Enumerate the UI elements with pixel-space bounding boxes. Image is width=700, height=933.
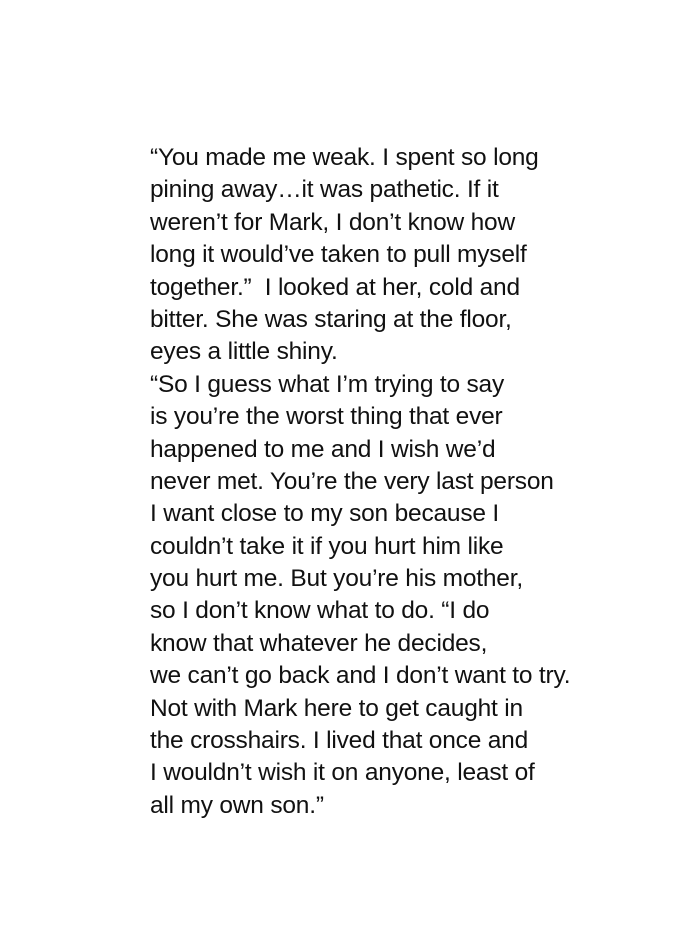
text-line: we can’t go back and I don’t want to try…: [150, 662, 571, 690]
text-line: bitter. She was staring at the floor,: [150, 305, 512, 333]
text-line: pining away…it was pathetic. If it: [150, 176, 499, 204]
text-line: “You made me weak. I spent so long: [150, 144, 539, 171]
text-line: eyes a little shiny.: [150, 338, 338, 366]
text-line: happened to me and I wish we’d: [150, 435, 496, 463]
document-page: “You made me weak. I spent so long pinin…: [0, 0, 700, 933]
text-line: long it would’ve taken to pull myself: [150, 241, 527, 269]
text-line: never met. You’re the very last person: [150, 467, 554, 495]
text-line: together.” I looked at her, cold and: [150, 273, 520, 301]
text-line: weren’t for Mark, I don’t know how: [150, 208, 515, 236]
text-line: the crosshairs. I lived that once and: [150, 727, 529, 755]
text-line: so I don’t know what to do. “I do: [150, 597, 490, 625]
text-line: you hurt me. But you’re his mother,: [150, 565, 523, 593]
text-line: couldn’t take it if you hurt him like: [150, 532, 504, 560]
text-line: I wouldn’t wish it on anyone, least of: [150, 759, 535, 787]
text-line: all my own son.”: [150, 791, 324, 819]
text-line: is you’re the worst thing that ever: [150, 403, 503, 431]
text-line: Not with Mark here to get caught in: [150, 694, 523, 722]
text-line: I want close to my son because I: [150, 500, 500, 528]
text-line: know that whatever he decides,: [150, 629, 488, 657]
text-line: “So I guess what I’m trying to say: [150, 370, 505, 398]
body-text: “You made me weak. I spent so long pinin…: [150, 142, 690, 822]
